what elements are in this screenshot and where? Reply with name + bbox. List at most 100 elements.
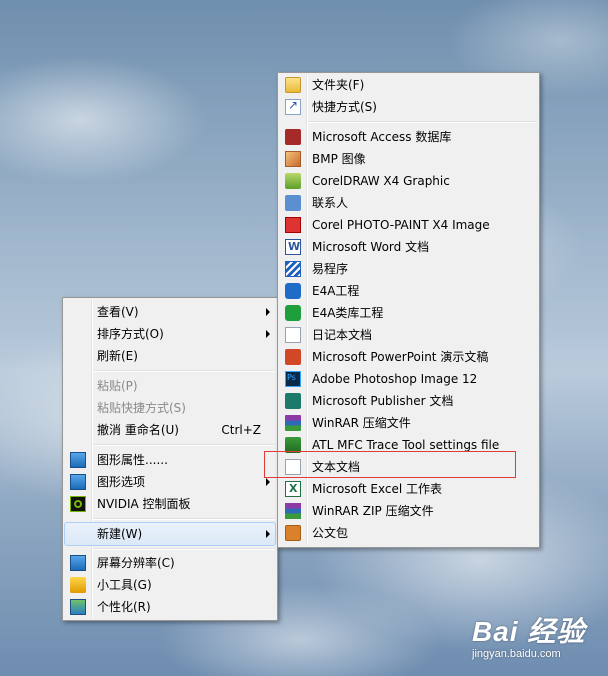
new-item-word-document[interactable]: Microsoft Word 文档 — [280, 236, 537, 258]
new-item-e4a-library-project[interactable]: E4A类库工程 — [280, 302, 537, 324]
shortcut-icon — [285, 98, 301, 115]
new-item-e4a-project[interactable]: E4A工程 — [280, 280, 537, 302]
menu-item-label: Microsoft Excel 工作表 — [312, 482, 443, 496]
new-item-excel-worksheet[interactable]: Microsoft Excel 工作表 — [280, 478, 537, 500]
menu-item-label: CorelDRAW X4 Graphic — [312, 174, 450, 188]
winrar-zip-icon — [285, 503, 301, 519]
access-icon — [285, 129, 301, 145]
menu-item-label: 个性化(R) — [97, 600, 151, 614]
menu-item-label: BMP 图像 — [312, 152, 366, 166]
menu-separator — [93, 548, 275, 550]
menu-item-label: 粘贴快捷方式(S) — [97, 401, 186, 415]
menu-item-label: 刷新(E) — [97, 349, 138, 363]
new-item-bmp-image[interactable]: BMP 图像 — [280, 148, 537, 170]
personalize-icon — [70, 599, 86, 615]
intel-graphics-icon — [70, 452, 86, 468]
coreldraw-icon — [285, 173, 301, 189]
new-item-journal-document[interactable]: 日记本文档 — [280, 324, 537, 346]
menu-item-sort-by[interactable]: 排序方式(O) — [65, 323, 275, 345]
menu-item-refresh[interactable]: 刷新(E) — [65, 345, 275, 367]
menu-item-label: WinRAR ZIP 压缩文件 — [312, 504, 434, 518]
menu-item-label: Microsoft Word 文档 — [312, 240, 430, 254]
desktop[interactable]: 查看(V) 排序方式(O) 刷新(E) 粘贴(P) 粘贴快捷方式(S) 撤消 重… — [0, 0, 608, 676]
menu-separator — [93, 444, 275, 446]
menu-item-undo-rename[interactable]: 撤消 重命名(U) Ctrl+Z — [65, 419, 275, 441]
new-item-photo-paint-image[interactable]: Corel PHOTO-PAINT X4 Image — [280, 214, 537, 236]
watermark-url: jingyan.baidu.com — [472, 648, 561, 660]
menu-item-paste-shortcut: 粘贴快捷方式(S) — [65, 397, 275, 419]
watermark-logo: Bai 经验 — [472, 616, 586, 647]
menu-item-label: 图形选项 — [97, 475, 146, 489]
new-item-folder[interactable]: 文件夹(F) — [280, 74, 537, 96]
menu-item-label: Adobe Photoshop Image 12 — [312, 372, 478, 386]
menu-item-label: 排序方式(O) — [97, 327, 164, 341]
publisher-icon — [285, 393, 301, 409]
menu-item-personalize[interactable]: 个性化(R) — [65, 596, 275, 618]
menu-item-label: 快捷方式(S) — [312, 100, 377, 114]
easy-program-icon — [285, 261, 301, 277]
menu-item-label: 文件夹(F) — [312, 78, 365, 92]
menu-item-label: 公文包 — [312, 526, 349, 540]
menu-item-paste: 粘贴(P) — [65, 375, 275, 397]
menu-item-label: WinRAR 压缩文件 — [312, 416, 411, 430]
desktop-context-menu: 查看(V) 排序方式(O) 刷新(E) 粘贴(P) 粘贴快捷方式(S) 撤消 重… — [62, 297, 278, 621]
menu-item-label: 图形属性...... — [97, 453, 168, 467]
menu-item-nvidia-control-panel[interactable]: NVIDIA 控制面板 — [65, 493, 275, 515]
new-item-easy-program[interactable]: 易程序 — [280, 258, 537, 280]
intel-graphics-icon — [70, 474, 86, 490]
menu-item-label: 联系人 — [312, 196, 349, 210]
menu-item-gadgets[interactable]: 小工具(G) — [65, 574, 275, 596]
menu-item-label: E4A工程 — [312, 284, 360, 298]
new-item-access-database[interactable]: Microsoft Access 数据库 — [280, 126, 537, 148]
new-item-powerpoint-presentation[interactable]: Microsoft PowerPoint 演示文稿 — [280, 346, 537, 368]
briefcase-icon — [285, 525, 301, 541]
new-item-coreldraw-graphic[interactable]: CorelDRAW X4 Graphic — [280, 170, 537, 192]
new-item-briefcase[interactable]: 公文包 — [280, 522, 537, 544]
menu-item-label: 日记本文档 — [312, 328, 373, 342]
submenu-arrow-icon — [266, 308, 270, 316]
annotation-highlight-box — [264, 451, 516, 478]
menu-item-label: 屏幕分辨率(C) — [97, 556, 175, 570]
menu-item-label: Microsoft PowerPoint 演示文稿 — [312, 350, 489, 364]
menu-item-label: 小工具(G) — [97, 578, 152, 592]
winrar-icon — [285, 415, 301, 431]
menu-item-label: Microsoft Publisher 文档 — [312, 394, 454, 408]
menu-item-label: 新建(W) — [97, 527, 143, 541]
gadget-icon — [70, 577, 86, 593]
submenu-arrow-icon — [266, 530, 270, 538]
submenu-arrow-icon — [266, 330, 270, 338]
menu-separator — [93, 518, 275, 520]
new-item-winrar-zip[interactable]: WinRAR ZIP 压缩文件 — [280, 500, 537, 522]
menu-separator — [93, 370, 275, 372]
menu-separator — [308, 121, 537, 123]
menu-item-label: 易程序 — [312, 262, 349, 276]
word-icon — [285, 239, 301, 255]
folder-icon — [285, 77, 301, 93]
photo-paint-icon — [285, 217, 301, 233]
journal-icon — [285, 327, 301, 343]
menu-item-label: Microsoft Access 数据库 — [312, 130, 452, 144]
menu-item-label: 撤消 重命名(U) — [97, 423, 179, 437]
menu-item-view[interactable]: 查看(V) — [65, 301, 275, 323]
nvidia-icon — [70, 496, 86, 512]
menu-item-graphics-options[interactable]: 图形选项 — [65, 471, 275, 493]
new-item-winrar-archive[interactable]: WinRAR 压缩文件 — [280, 412, 537, 434]
powerpoint-icon — [285, 349, 301, 365]
photoshop-icon — [285, 371, 301, 387]
display-icon — [70, 555, 86, 571]
menu-item-label: NVIDIA 控制面板 — [97, 497, 191, 511]
new-item-publisher-document[interactable]: Microsoft Publisher 文档 — [280, 390, 537, 412]
e4a-project-icon — [285, 283, 301, 299]
excel-icon — [285, 481, 301, 497]
menu-item-label: 粘贴(P) — [97, 379, 138, 393]
menu-item-graphics-properties[interactable]: 图形属性...... — [65, 449, 275, 471]
contact-icon — [285, 195, 301, 211]
new-item-contact[interactable]: 联系人 — [280, 192, 537, 214]
menu-item-new[interactable]: 新建(W) — [64, 522, 276, 546]
menu-item-screen-resolution[interactable]: 屏幕分辨率(C) — [65, 552, 275, 574]
menu-item-label: E4A类库工程 — [312, 306, 384, 320]
new-item-photoshop-image[interactable]: Adobe Photoshop Image 12 — [280, 368, 537, 390]
submenu-arrow-icon — [266, 478, 270, 486]
new-item-shortcut[interactable]: 快捷方式(S) — [280, 96, 537, 118]
baidu-jingyan-watermark: Bai 经验 jingyan.baidu.com — [472, 610, 586, 660]
